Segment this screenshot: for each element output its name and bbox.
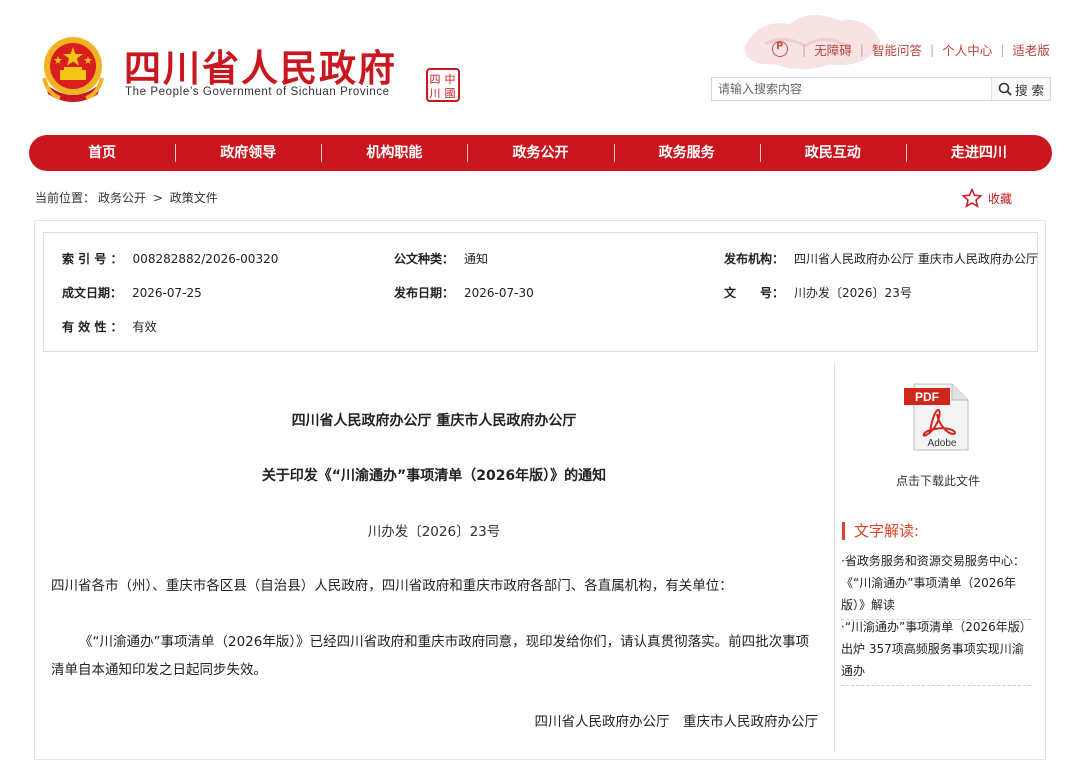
nav-item-about-sichuan[interactable]: 走进四川 (905, 135, 1052, 171)
document-meta-table: 索 引 号 ： 008282882/2026-00320 公文种类： 通知 发布机构… (43, 232, 1038, 352)
separator: | (929, 41, 935, 57)
nav-item-functions[interactable]: 机构职能 (321, 135, 467, 171)
search-button-label: 搜 索 (1015, 82, 1044, 98)
separator: | (1000, 41, 1005, 57)
nav-item-gov-affairs-open[interactable]: 政务公开 (467, 135, 613, 171)
breadcrumb: 当前位置： 政务公开 > 政策文件 (35, 189, 221, 206)
meta-created-date: 成文日期： 2026-07-25 (62, 284, 202, 301)
sidebar: PDF Adobe 点击下载此文件 文字解读: ·省政务服务和资源交易服务中心：… (838, 362, 1038, 752)
download-file-link[interactable]: 点击下载此文件 (838, 472, 1038, 489)
breadcrumb-prefix: 当前位置： (35, 191, 96, 205)
star-icon (962, 188, 982, 208)
personal-center-link[interactable]: 个人中心 (942, 40, 992, 59)
meta-value: 2026-07-25 (132, 286, 202, 300)
adobe-text: Adobe (928, 438, 957, 449)
meta-value: 川办发〔2026〕23号 (794, 286, 912, 300)
meta-label: 发布机构： (724, 252, 785, 266)
separator: | (802, 41, 807, 57)
favorite-button[interactable]: 收藏 (962, 188, 1012, 208)
meta-label: 索 引 号 ： (62, 252, 123, 266)
nav-item-interaction[interactable]: 政民互动 (759, 135, 906, 171)
meta-row: 有 效 性 ： 有效 (44, 318, 1037, 338)
breadcrumb-separator: > (152, 191, 163, 205)
article-body: 四川省人民政府办公厅 重庆市人民政府办公厅 关于印发《“川渝通办”事项清单（20… (44, 362, 835, 752)
elderly-version-link[interactable]: 适老版 (1012, 40, 1050, 59)
seal-char: 中 (445, 73, 456, 86)
meta-published-date: 发布日期： 2026-07-30 (394, 284, 534, 301)
meta-value: 有效 (132, 320, 157, 334)
meta-validity: 有 效 性 ： 有效 (62, 318, 157, 335)
meta-row: 索 引 号 ： 008282882/2026-00320 公文种类： 通知 发布机构… (44, 250, 1038, 270)
meta-label: 文 号： (724, 286, 785, 300)
site-logo-subtitle: The People’s Government of Sichuan Provi… (125, 86, 390, 98)
seal-char: 四 (430, 73, 441, 86)
search-input[interactable] (712, 78, 991, 100)
meta-label: 成文日期： (62, 286, 123, 300)
nav-item-leaders[interactable]: 政府领导 (175, 135, 321, 171)
seal-icon: 四 中 川 國 (426, 68, 460, 102)
seal-char: 國 (445, 87, 456, 100)
pdf-text: PDF (915, 390, 939, 404)
article-paragraph: 《“川渝通办”事项清单（2026年版）》已经四川省政府和重庆市政府同意，现印发给… (51, 634, 810, 678)
meta-label: 公文种类： (394, 252, 455, 266)
article-addressee: 四川省各市（州）、重庆市各区县（自治县）人民政府，四川省政府和重庆市政府各部门、… (51, 578, 733, 594)
meta-doc-type: 公文种类： 通知 (394, 250, 488, 267)
site-header: 四川省人民政府 The People’s Government of Sichu… (0, 0, 1080, 130)
main-nav: 首页 政府领导 机构职能 政务公开 政务服务 政民互动 走进四川 (29, 135, 1052, 171)
meta-issuer: 发布机构： 四川省人民政府办公厅 重庆市人民政府办公厅 (724, 250, 1038, 267)
nav-item-gov-services[interactable]: 政务服务 (613, 135, 760, 171)
article-signature: 四川省人民政府办公厅 重庆市人民政府办公厅 (534, 714, 819, 730)
interpretation-link[interactable]: ·“川渝通办”事项清单（2026年版）出炉 357项高频服务事项实现川渝通办 (841, 616, 1031, 686)
top-links: | 无障碍 | 智能问答 | 个人中心 | 适老版 (772, 40, 1050, 58)
smart-qa-link[interactable]: 智能问答 (872, 40, 922, 59)
accessibility-link[interactable]: | 无障碍 (772, 40, 852, 59)
breadcrumb-link-gov-open[interactable]: 政务公开 (98, 191, 146, 205)
site-logo-title[interactable]: 四川省人民政府 (124, 38, 397, 92)
accessibility-label[interactable]: 无障碍 (814, 40, 852, 59)
pdf-download-icon[interactable]: PDF Adobe (902, 382, 972, 452)
seal-char: 川 (430, 87, 441, 100)
meta-value: 四川省人民政府办公厅 重庆市人民政府办公厅 (794, 252, 1038, 266)
meta-doc-no: 文 号： 川办发〔2026〕23号 (724, 284, 912, 301)
article-title-issuers: 四川省人民政府办公厅 重庆市人民政府办公厅 (291, 413, 577, 429)
meta-index-no: 索 引 号 ： 008282882/2026-00320 (62, 250, 278, 267)
article-title: 关于印发《“川渝通办”事项清单（2026年版）》的通知 (261, 468, 607, 484)
meta-label: 发布日期： (394, 286, 455, 300)
national-emblem-icon (42, 37, 104, 102)
favorite-label: 收藏 (988, 191, 1013, 206)
accessibility-icon (772, 41, 788, 57)
breadcrumb-link-policy-docs[interactable]: 政策文件 (170, 191, 218, 205)
meta-value: 008282882/2026-00320 (132, 252, 279, 266)
article-doc-number: 川办发〔2026〕23号 (367, 524, 501, 540)
meta-row: 成文日期： 2026-07-25 发布日期： 2026-07-30 文 号： 川办发〔… (44, 284, 1037, 304)
search-box: 搜 索 (711, 77, 1051, 101)
meta-value: 2026-07-30 (464, 286, 534, 300)
interpretation-title: 文字解读: (842, 522, 919, 540)
search-icon (998, 82, 1012, 96)
search-button[interactable]: 搜 索 (991, 78, 1050, 100)
nav-item-home[interactable]: 首页 (29, 135, 175, 171)
interpretation-link[interactable]: ·省政务服务和资源交易服务中心：《“川渝通办”事项清单（2026年版）》解读 (841, 550, 1031, 620)
meta-label: 有 效 性 ： (62, 320, 123, 334)
separator: | (859, 41, 864, 57)
meta-value: 通知 (464, 252, 489, 266)
